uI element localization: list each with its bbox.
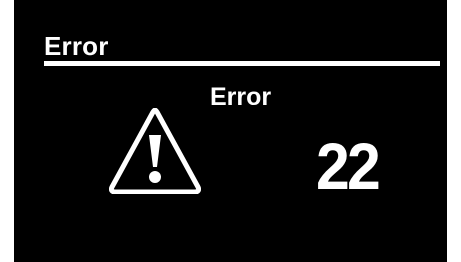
header-divider bbox=[44, 61, 440, 66]
error-screen: Error Error 22 bbox=[14, 0, 447, 262]
warning-icon bbox=[109, 108, 201, 194]
error-code: 22 bbox=[316, 129, 381, 203]
error-message-title: Error bbox=[210, 83, 272, 111]
header-title: Error bbox=[44, 31, 109, 61]
